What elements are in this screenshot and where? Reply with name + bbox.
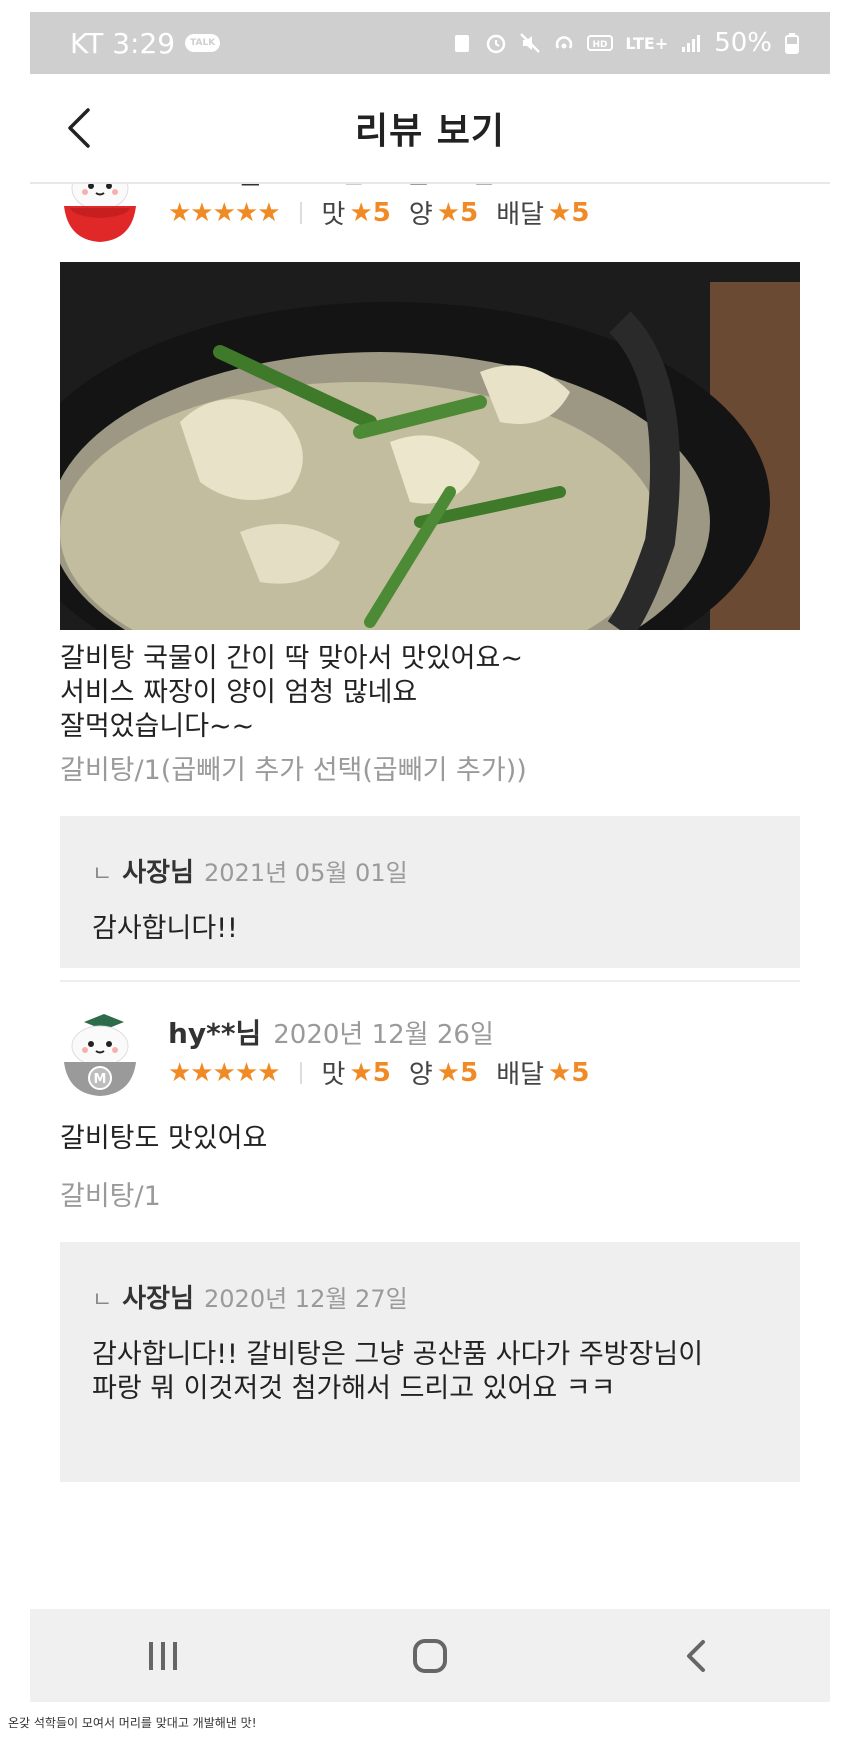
reply-header: ㄴ 사장님 2021년 05월 01일 — [92, 852, 408, 889]
delivery-label: 배달 — [496, 200, 545, 230]
graduate-rice-bowl-avatar-icon: M — [64, 1014, 136, 1096]
page-title: 리뷰 보기 — [354, 111, 505, 152]
recent-apps-icon[interactable] — [133, 1626, 193, 1686]
reply-author: 사장님 — [122, 858, 195, 888]
home-icon[interactable] — [400, 1626, 460, 1686]
phone-screen: de**님 2021년 04월 30일 ★★★★★ 맛 ★5 양 ★5 배달 ★… — [30, 12, 830, 1702]
review-header: hy**님 2020년 12월 26일 — [168, 1012, 494, 1052]
chevron-left-icon[interactable] — [60, 102, 100, 154]
owner-reply: ㄴ 사장님 2021년 05월 01일 감사합니다!! — [60, 816, 800, 968]
taste-score: ★5 — [349, 1057, 391, 1088]
reply-text: 감사합니다!! — [92, 913, 238, 944]
amount-label: 양 — [408, 1060, 433, 1090]
recycle-icon — [455, 35, 470, 52]
amount-label: 양 — [408, 200, 433, 230]
review-divider — [60, 980, 800, 982]
hd-icon: HD — [587, 35, 614, 51]
rating-divider — [299, 201, 302, 224]
amount-score: ★5 — [436, 1057, 479, 1088]
rating-divider — [299, 1061, 302, 1084]
soup-photo[interactable] — [60, 262, 800, 630]
reviewer-nickname: hy**님 — [168, 1017, 262, 1050]
delivery-score: ★5 — [548, 1057, 590, 1088]
back-icon[interactable] — [667, 1626, 727, 1686]
review-item: de**님 2021년 04월 30일 ★★★★★ 맛 ★5 양 ★5 배달 ★… — [60, 152, 800, 968]
battery-percent: 50% — [714, 28, 772, 58]
image-caption: 온갖 석학들이 모여서 머리를 맞대고 개발해낸 맛! — [8, 1716, 257, 1730]
owner-reply: ㄴ 사장님 2020년 12월 27일 감사합니다!! 갈비탕은 그냥 공산품 … — [60, 1242, 800, 1482]
amount-score: ★5 — [436, 197, 479, 228]
app-header: 리뷰 보기 — [30, 74, 830, 184]
reply-header: ㄴ 사장님 2020년 12월 27일 — [92, 1278, 408, 1315]
delivery-label: 배달 — [496, 1060, 545, 1090]
signal-icon — [682, 35, 701, 52]
reply-date: 2020년 12월 27일 — [204, 1285, 408, 1313]
ordered-menu: 갈비탕/1(곱빼기 추가 선택(곱빼기 추가)) — [60, 755, 527, 786]
status-bar: KT 3:29 TALK HD LTE+ 50% — [30, 12, 830, 74]
rating-row: ★★★★★ 맛 ★5 양 ★5 배달 ★5 — [168, 194, 607, 231]
reply-text: 감사합니다!! 갈비탕은 그냥 공산품 사다가 주방장님이 파랑 뭐 이것저것 … — [92, 1339, 704, 1404]
system-nav-bar — [30, 1609, 830, 1702]
star-rating: ★★★★★ — [168, 1057, 281, 1088]
reply-mark: ㄴ — [92, 1288, 113, 1313]
carrier-time: KT 3:29 — [70, 26, 176, 60]
mute-icon — [520, 33, 541, 53]
delivery-score: ★5 — [548, 197, 590, 228]
alarm-icon — [487, 34, 506, 54]
hotspot-icon — [556, 36, 573, 49]
battery-icon — [785, 33, 799, 54]
reply-author: 사장님 — [122, 1284, 195, 1314]
rating-row: ★★★★★ 맛 ★5 양 ★5 배달 ★5 — [168, 1054, 607, 1091]
svg-text:M: M — [94, 1072, 107, 1087]
star-rating: ★★★★★ — [168, 197, 281, 228]
review-date: 2020년 12월 26일 — [273, 1020, 494, 1050]
taste-label: 맛 — [321, 200, 346, 230]
reply-mark: ㄴ — [92, 862, 113, 887]
reply-date: 2021년 05월 01일 — [204, 859, 408, 887]
svg-text:HD: HD — [593, 40, 608, 50]
taste-label: 맛 — [321, 1060, 346, 1090]
ordered-menu: 갈비탕/1 — [60, 1181, 161, 1212]
network-type: LTE+ — [625, 33, 669, 53]
review-text: 갈비탕도 맛있어요 — [60, 1123, 268, 1154]
review-item: M hy**님 2020년 12월 26일 ★★★★★ 맛 ★5 양 ★5 배달… — [60, 1012, 800, 1602]
review-list: de**님 2021년 04월 30일 ★★★★★ 맛 ★5 양 ★5 배달 ★… — [30, 12, 830, 1702]
talk-icon: TALK — [185, 34, 221, 52]
taste-score: ★5 — [349, 197, 391, 228]
review-text: 갈비탕 국물이 간이 딱 맞아서 맛있어요~ 서비스 짜장이 양이 엄청 많네요… — [60, 643, 523, 742]
